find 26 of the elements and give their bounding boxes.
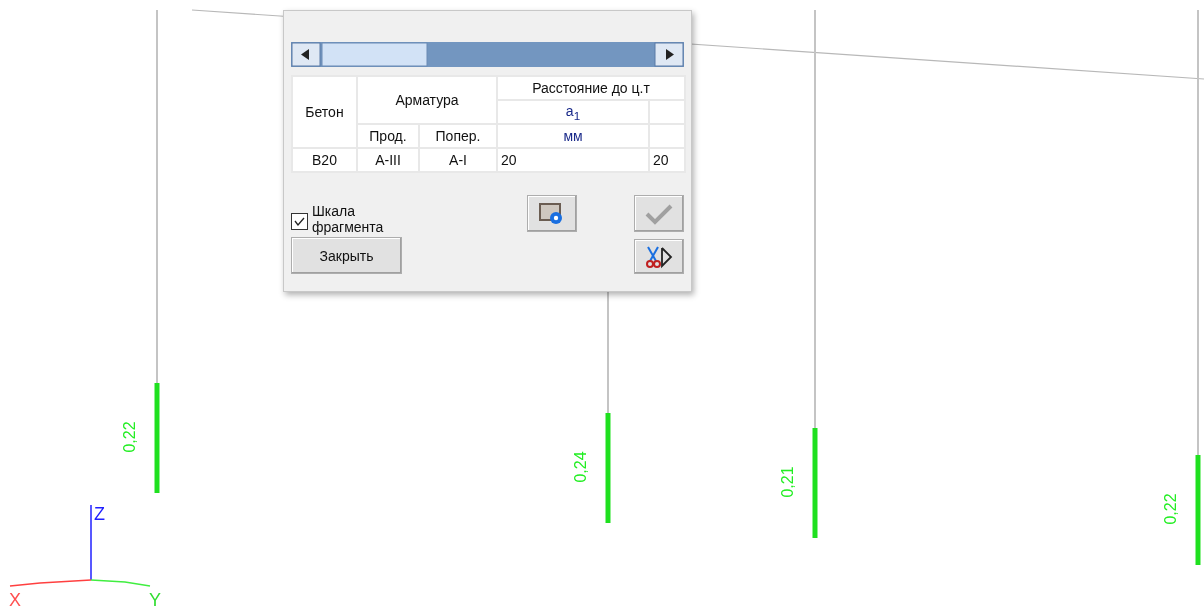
close-button[interactable]: Закрыть	[291, 237, 402, 274]
table-cell: B20	[292, 148, 357, 172]
force-value: 0,22	[120, 421, 139, 453]
force-value: 0,24	[571, 451, 590, 483]
header-cell: мм	[497, 124, 649, 148]
table-cell: 20	[649, 148, 685, 172]
force-value: 0,21	[778, 466, 797, 498]
header-cell: Бетон	[292, 76, 357, 148]
cut-button[interactable]	[634, 239, 684, 274]
checkmark-icon	[644, 202, 674, 225]
check-icon	[294, 217, 305, 226]
header-cell: a$_{1}$	[497, 100, 649, 124]
table-cell: A-I	[419, 148, 497, 172]
settings-button[interactable]	[527, 195, 577, 232]
force-value: 0,22	[1161, 493, 1180, 525]
horizontal-scrollbar[interactable]	[291, 42, 684, 67]
scissors-icon	[644, 244, 674, 269]
table-cell: A-III	[357, 148, 419, 172]
table-cell: 20	[497, 148, 649, 172]
checkbox[interactable]	[291, 213, 308, 230]
header-cell: Попер.	[419, 124, 497, 148]
checkbox-label: Шкала фрагмента	[312, 203, 385, 235]
axes-drawing: Z X Y	[9, 504, 161, 606]
header-cell: Расстояние до ц.т	[497, 76, 685, 100]
header-cell: Прод.	[357, 124, 419, 148]
header-cell: Арматура	[357, 76, 497, 124]
